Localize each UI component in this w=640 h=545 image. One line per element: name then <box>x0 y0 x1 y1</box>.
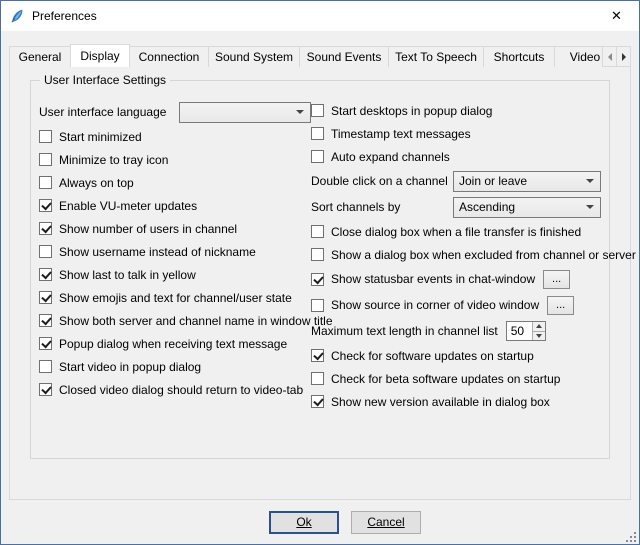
video-source-more-button[interactable]: ... <box>547 296 574 315</box>
check-minimize-to-tray[interactable]: Minimize to tray icon <box>39 148 311 171</box>
checkbox-icon[interactable] <box>39 360 52 373</box>
checkbox-icon[interactable] <box>311 372 324 385</box>
check-new-version-dialog[interactable]: Show new version available in dialog box <box>311 390 601 413</box>
checkbox-icon[interactable] <box>39 199 52 212</box>
statusbar-events-more-button[interactable]: ... <box>543 270 570 289</box>
checkbox-icon[interactable] <box>39 222 52 235</box>
tab-bar: General Display Connection Sound System … <box>9 44 631 67</box>
ok-button[interactable]: Ok <box>269 511 339 534</box>
check-video-source-corner[interactable]: Show source in corner of video window ..… <box>311 292 601 318</box>
double-click-combobox[interactable]: Join or leave <box>453 171 601 192</box>
preferences-window: Preferences ✕ General Display Connection… <box>0 0 640 545</box>
check-start-minimized[interactable]: Start minimized <box>39 125 311 148</box>
close-button[interactable]: ✕ <box>594 1 639 31</box>
max-text-length-spinner[interactable]: 50 <box>506 321 546 341</box>
check-popup-text-message[interactable]: Popup dialog when receiving text message <box>39 332 311 355</box>
check-close-on-file-transfer[interactable]: Close dialog box when a file transfer is… <box>311 220 601 243</box>
check-start-video-popup[interactable]: Start video in popup dialog <box>39 355 311 378</box>
scroll-left-icon <box>608 53 612 61</box>
titlebar[interactable]: Preferences ✕ <box>1 1 639 31</box>
left-column: User interface language Start minimized … <box>39 99 311 413</box>
check-closed-video-return[interactable]: Closed video dialog should return to vid… <box>39 378 311 401</box>
check-start-desktops-popup[interactable]: Start desktops in popup dialog <box>311 99 601 122</box>
checkbox-icon[interactable] <box>311 248 324 261</box>
check-auto-expand-channels[interactable]: Auto expand channels <box>311 145 601 168</box>
checkbox-icon[interactable] <box>311 299 324 312</box>
check-dialog-when-excluded[interactable]: Show a dialog box when excluded from cha… <box>311 243 601 266</box>
checkbox-icon[interactable] <box>39 291 52 304</box>
checkbox-icon[interactable] <box>39 153 52 166</box>
resize-grip[interactable] <box>626 531 636 541</box>
arrow-down-icon <box>536 334 542 338</box>
tab-scroll-left-button[interactable] <box>602 46 617 67</box>
tab-general[interactable]: General <box>9 46 71 67</box>
dialog-button-row: Ok Cancel <box>1 500 639 544</box>
user-interface-settings-group: User Interface Settings User interface l… <box>30 80 610 459</box>
check-last-to-talk-yellow[interactable]: Show last to talk in yellow <box>39 263 311 286</box>
arrow-up-icon <box>536 324 542 328</box>
check-always-on-top[interactable]: Always on top <box>39 171 311 194</box>
sort-channels-row: Sort channels by Ascending <box>311 194 601 220</box>
tab-display[interactable]: Display <box>70 44 130 67</box>
app-icon <box>9 8 25 24</box>
check-timestamp-messages[interactable]: Timestamp text messages <box>311 122 601 145</box>
sort-channels-combobox[interactable]: Ascending <box>453 197 601 218</box>
check-emojis-text-state[interactable]: Show emojis and text for channel/user st… <box>39 286 311 309</box>
checkbox-icon[interactable] <box>39 314 52 327</box>
spin-up-button[interactable] <box>533 322 545 332</box>
checkbox-icon[interactable] <box>39 337 52 350</box>
cancel-button[interactable]: Cancel <box>351 511 421 534</box>
settings-columns: User interface language Start minimized … <box>31 81 609 413</box>
spin-down-button[interactable] <box>533 332 545 341</box>
tab-scroller <box>603 46 631 67</box>
check-beta-updates[interactable]: Check for beta software updates on start… <box>311 367 601 390</box>
check-show-user-count[interactable]: Show number of users in channel <box>39 217 311 240</box>
check-server-channel-window-title[interactable]: Show both server and channel name in win… <box>39 309 311 332</box>
tab-sound-system[interactable]: Sound System <box>208 46 300 67</box>
checkbox-icon[interactable] <box>39 130 52 143</box>
check-software-updates[interactable]: Check for software updates on startup <box>311 344 601 367</box>
tab-connection[interactable]: Connection <box>129 46 209 67</box>
checkbox-icon[interactable] <box>311 104 324 117</box>
checkbox-icon[interactable] <box>39 245 52 258</box>
max-text-length-row: Maximum text length in channel list 50 <box>311 318 601 344</box>
checkbox-icon[interactable] <box>311 349 324 362</box>
tab-scroll-right-button[interactable] <box>616 46 631 67</box>
tab-shortcuts[interactable]: Shortcuts <box>483 46 555 67</box>
check-username-instead-nickname[interactable]: Show username instead of nickname <box>39 240 311 263</box>
tab-sound-events[interactable]: Sound Events <box>299 46 389 67</box>
display-tab-page: User Interface Settings User interface l… <box>9 66 631 500</box>
checkbox-icon[interactable] <box>311 395 324 408</box>
language-combobox[interactable] <box>179 102 311 123</box>
window-title: Preferences <box>32 9 97 23</box>
chevron-down-icon <box>586 179 594 183</box>
checkbox-icon[interactable] <box>311 150 324 163</box>
scroll-right-icon <box>622 53 626 61</box>
checkbox-icon[interactable] <box>311 273 324 286</box>
check-vu-meter-updates[interactable]: Enable VU-meter updates <box>39 194 311 217</box>
group-title: User Interface Settings <box>40 73 170 87</box>
right-column: Start desktops in popup dialog Timestamp… <box>311 99 601 413</box>
checkbox-icon[interactable] <box>311 225 324 238</box>
checkbox-icon[interactable] <box>39 383 52 396</box>
check-statusbar-events[interactable]: Show statusbar events in chat-window ... <box>311 266 601 292</box>
checkbox-icon[interactable] <box>39 176 52 189</box>
double-click-row: Double click on a channel Join or leave <box>311 168 601 194</box>
checkbox-icon[interactable] <box>311 127 324 140</box>
chevron-down-icon <box>296 110 304 114</box>
tab-text-to-speech[interactable]: Text To Speech <box>388 46 484 67</box>
language-row: User interface language <box>39 99 311 125</box>
checkbox-icon[interactable] <box>39 268 52 281</box>
chevron-down-icon <box>586 205 594 209</box>
